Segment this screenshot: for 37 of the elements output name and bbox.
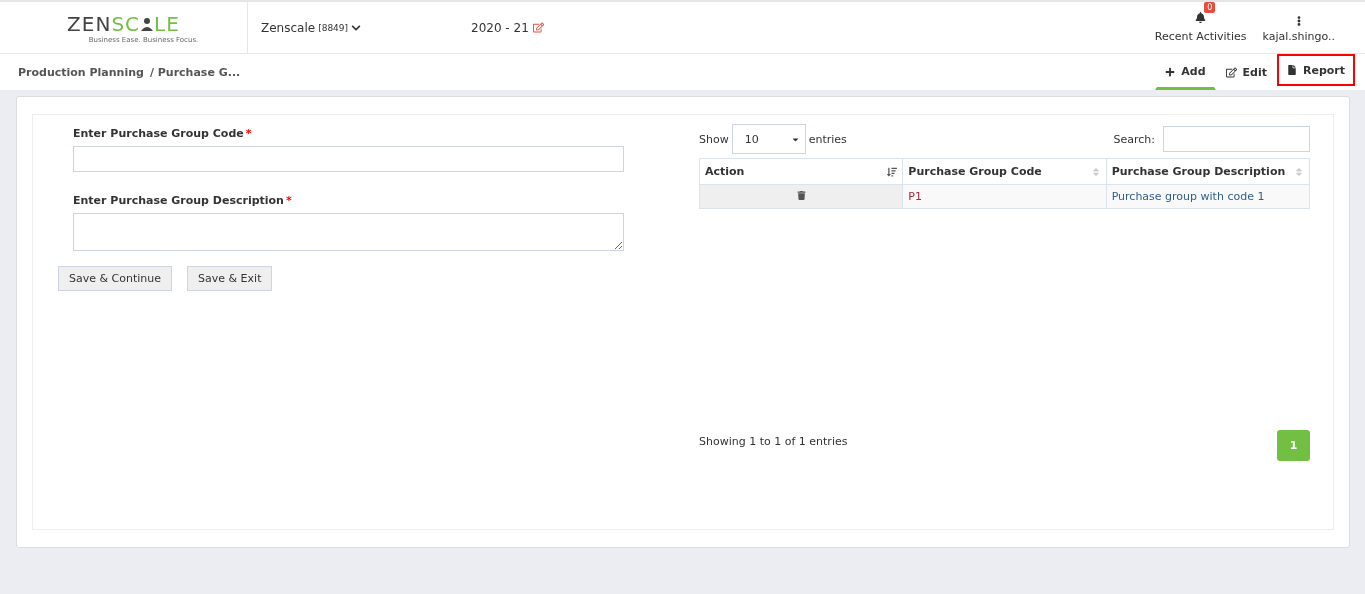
company-code: [8849]	[318, 22, 349, 33]
field-label: Enter Purchase Group Description *	[73, 194, 293, 207]
tab[interactable]: Report	[1276, 54, 1355, 86]
code-field[interactable]	[73, 146, 624, 172]
edit-icon	[1225, 66, 1237, 78]
company-name[interactable]: Zenscale	[261, 20, 316, 35]
show-label: Show	[699, 132, 729, 146]
user-name[interactable]: kajal.shingo..	[1262, 30, 1335, 43]
notification-badge: 0	[1204, 2, 1216, 13]
logo-text: SC	[111, 11, 141, 36]
logo-text: ZEN	[67, 11, 112, 36]
column-header[interactable]: Action	[699, 158, 903, 185]
entries-label: entries	[808, 132, 847, 146]
field-label: Enter Purchase Group Code *	[73, 127, 253, 140]
search-label: Search:	[1113, 132, 1155, 146]
person-icon	[140, 15, 155, 32]
edit-icon[interactable]	[532, 22, 544, 33]
save-button[interactable]: Save & Continue	[58, 266, 173, 291]
fiscal-year: 2020 - 21	[471, 20, 529, 35]
plus-icon	[1165, 66, 1176, 77]
recent-activities-label[interactable]: Recent Activities	[1154, 30, 1247, 43]
column-header[interactable]: Purchase Group Description	[1106, 158, 1310, 185]
table-cell: P1	[902, 184, 1107, 209]
table-info: Showing 1 to 1 of 1 entries	[699, 435, 848, 448]
breadcrumb-item: / Purchase G...	[149, 65, 241, 79]
breadcrumb-item[interactable]: Production Planning	[18, 65, 144, 79]
column-header[interactable]: Purchase Group Code	[902, 158, 1107, 185]
page-size-select[interactable]: 10	[731, 124, 806, 154]
chevron-down-icon[interactable]	[351, 22, 362, 33]
trash-icon[interactable]	[796, 191, 806, 200]
document-icon	[1286, 65, 1297, 75]
save-button[interactable]: Save & Exit	[187, 266, 273, 291]
search-field[interactable]	[1163, 126, 1310, 152]
table-cell: Purchase group with code 1	[1106, 184, 1310, 209]
logo-text: LE	[154, 11, 180, 36]
bell-icon[interactable]	[1195, 12, 1207, 23]
description-field[interactable]	[73, 213, 624, 251]
